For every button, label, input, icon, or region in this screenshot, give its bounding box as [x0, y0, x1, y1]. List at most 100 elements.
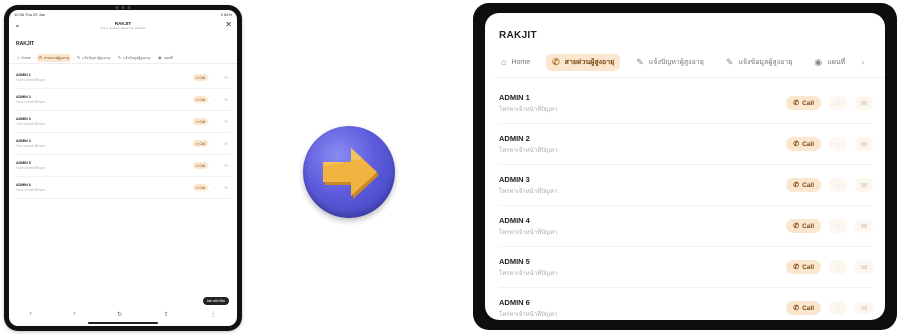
tablet-before-screen: 10:36 Thu 29 Jan 9 84% ⌄ RAKJIT Ask a qu… — [9, 10, 237, 326]
tab-hotline[interactable]: ✆ สายด่วนผู้สูงอายุ — [546, 53, 621, 71]
tab-label: Home — [511, 58, 531, 66]
browser-toolbar: ‹ › ↻ ⇧ ⋮ — [9, 308, 237, 320]
call-label: Call — [199, 163, 206, 168]
home-icon: ⌂ — [501, 57, 507, 67]
home-indicator[interactable] — [88, 322, 158, 324]
call-button[interactable]: ✆ Call — [786, 178, 821, 192]
chat-bubble-icon[interactable]: ◌ — [829, 178, 847, 192]
mail-icon[interactable]: ✉ — [855, 178, 873, 192]
tab-label: แจ้งข้อมูลผู้สูงอายุ — [123, 55, 151, 60]
contact-subtitle: โทรหาเจ้าหน้าที่ปัญหา — [499, 106, 558, 113]
share-icon[interactable]: ⇧ — [164, 311, 169, 318]
call-button[interactable]: ✆ Call — [786, 219, 821, 233]
tab-report-problem[interactable]: ✎ แจ้งปัญหาผู้สูงอายุ — [630, 54, 710, 71]
tab-map[interactable]: ◉ แผนที่ — [808, 54, 851, 71]
call-button[interactable]: ✆ Call — [786, 260, 821, 274]
phone-icon: ✆ — [38, 55, 43, 60]
call-label: Call — [199, 97, 206, 102]
call-button[interactable]: ✆ Call — [192, 184, 208, 191]
tab-map-small[interactable]: ◉ แผนที่ — [156, 54, 175, 62]
call-button[interactable]: ✆ Call — [192, 118, 208, 125]
chat-bubble-icon[interactable]: ◌ — [211, 141, 219, 146]
mail-icon[interactable]: ✉ — [855, 301, 873, 315]
chat-bubble-icon[interactable]: ◌ — [829, 137, 847, 151]
contact-subtitle: โทรหาเจ้าหน้าที่ปัญหา — [16, 77, 46, 82]
camera-dots — [115, 6, 131, 9]
mail-icon[interactable]: ✉ — [222, 75, 230, 80]
list-item: ADMIN 6 โทรหาเจ้าหน้าที่ปัญหา ✆ Call ◌ ✉ — [499, 288, 873, 320]
mail-icon[interactable]: ✉ — [222, 185, 230, 190]
forward-icon[interactable]: › — [73, 311, 75, 317]
mail-icon[interactable]: ✉ — [222, 119, 230, 124]
call-button[interactable]: ✆ Call — [786, 137, 821, 151]
sheet-header: ⌄ RAKJIT Ask a question about the softwa… — [9, 19, 237, 37]
phone-icon: ✆ — [793, 264, 800, 271]
call-button[interactable]: ✆ Call — [786, 96, 821, 110]
tab-label: Home — [21, 55, 31, 60]
mail-icon[interactable]: ✉ — [222, 97, 230, 102]
ask-button[interactable]: Ask with Bito — [202, 297, 229, 305]
tab-label: แจ้งข้อมูลผู้สูงอายุ — [738, 58, 793, 66]
list-item: ADMIN 3 โทรหาเจ้าหน้าที่ปัญหา ✆ Call ◌ ✉ — [16, 111, 230, 133]
close-icon[interactable]: ✕ — [225, 21, 232, 29]
chat-bubble-icon[interactable]: ◌ — [211, 163, 219, 168]
call-label: Call — [802, 263, 814, 271]
pencil-icon: ✎ — [117, 55, 122, 60]
list-item: ADMIN 3 โทรหาเจ้าหน้าที่ปัญหา ✆ Call ◌ ✉ — [499, 165, 873, 206]
mail-icon[interactable]: ✉ — [222, 141, 230, 146]
pencil-icon: ✎ — [76, 55, 81, 60]
app-title: RAKJIT — [499, 30, 537, 41]
chat-bubble-icon[interactable]: ◌ — [829, 301, 847, 315]
chat-bubble-icon[interactable]: ◌ — [829, 219, 847, 233]
call-button[interactable]: ✆ Call — [192, 96, 208, 103]
contact-name: ADMIN 5 — [16, 160, 31, 165]
chat-bubble-icon[interactable]: ◌ — [211, 119, 219, 124]
tab-report-info-small[interactable]: ✎ แจ้งข้อมูลผู้สูงอายุ — [116, 54, 152, 62]
tab-report-info[interactable]: ✎ แจ้งข้อมูลผู้สูงอายุ — [720, 54, 799, 71]
chat-bubble-icon[interactable]: ◌ — [211, 75, 219, 80]
tab-home[interactable]: ⌂ Home — [495, 54, 536, 70]
contact-list: ADMIN 1 โทรหาเจ้าหน้าที่ปัญหา ✆ Call ◌ ✉ ADM… — [499, 83, 873, 320]
contact-subtitle: โทรหาเจ้าหน้าที่ปัญหา — [499, 147, 558, 154]
call-button[interactable]: ✆ Call — [192, 162, 208, 169]
phone-icon: ✆ — [793, 305, 800, 312]
chat-bubble-icon[interactable]: ◌ — [829, 260, 847, 274]
tab-home-small[interactable]: ⌂ Home — [15, 54, 33, 61]
mail-icon[interactable]: ✉ — [855, 219, 873, 233]
call-button[interactable]: ✆ Call — [192, 74, 208, 81]
mail-icon[interactable]: ✉ — [855, 260, 873, 274]
call-button[interactable]: ✆ Call — [786, 301, 821, 315]
chat-bubble-icon[interactable]: ◌ — [211, 185, 219, 190]
chat-bubble-icon[interactable]: ◌ — [211, 97, 219, 102]
call-button[interactable]: ✆ Call — [192, 140, 208, 147]
contact-name: ADMIN 4 — [499, 215, 530, 225]
call-label: Call — [802, 304, 814, 312]
pencil-icon: ✎ — [725, 56, 734, 67]
eye-icon: ◉ — [158, 55, 162, 60]
phone-icon: ✆ — [793, 182, 800, 189]
more-icon[interactable]: ⋮ — [210, 311, 216, 318]
tab-report-problem-small[interactable]: ✎ แจ้งปัญหาผู้สูงอายุ — [75, 54, 112, 62]
call-label: Call — [199, 75, 206, 80]
chevron-down-icon[interactable]: ⌄ — [14, 21, 21, 29]
status-battery: 9 84% — [220, 12, 232, 17]
refresh-icon[interactable]: ↻ — [117, 311, 122, 318]
tab-hotline-small[interactable]: ✆ สายด่วนผู้สูงอายุ — [36, 53, 71, 62]
mail-icon[interactable]: ✉ — [855, 137, 873, 151]
contact-name: ADMIN 4 — [16, 138, 31, 143]
back-icon[interactable]: ‹ — [30, 311, 32, 317]
divider — [495, 77, 885, 78]
contact-name: ADMIN 5 — [499, 256, 530, 266]
chevron-right-icon[interactable]: › — [861, 57, 864, 67]
status-bar: 10:36 Thu 29 Jan 9 84% — [9, 10, 237, 19]
mail-icon[interactable]: ✉ — [222, 163, 230, 168]
call-label: Call — [199, 185, 206, 190]
tab-label: แจ้งปัญหาผู้สูงอายุ — [82, 55, 110, 60]
tablet-after: RAKJIT ⌂ Home ✆ สายด่วนผู้สูงอายุ ✎ แจ้งปัญ… — [473, 3, 897, 330]
list-item: ADMIN 1 โทรหาเจ้าหน้าที่ปัญหา ✆ Call ◌ ✉ — [499, 83, 873, 124]
contact-subtitle: โทรหาเจ้าหน้าที่ปัญหา — [499, 188, 558, 195]
contact-name: ADMIN 3 — [499, 174, 530, 184]
chat-bubble-icon[interactable]: ◌ — [829, 96, 847, 110]
contact-subtitle: โทรหาเจ้าหน้าที่ปัญหา — [499, 311, 558, 318]
mail-icon[interactable]: ✉ — [855, 96, 873, 110]
